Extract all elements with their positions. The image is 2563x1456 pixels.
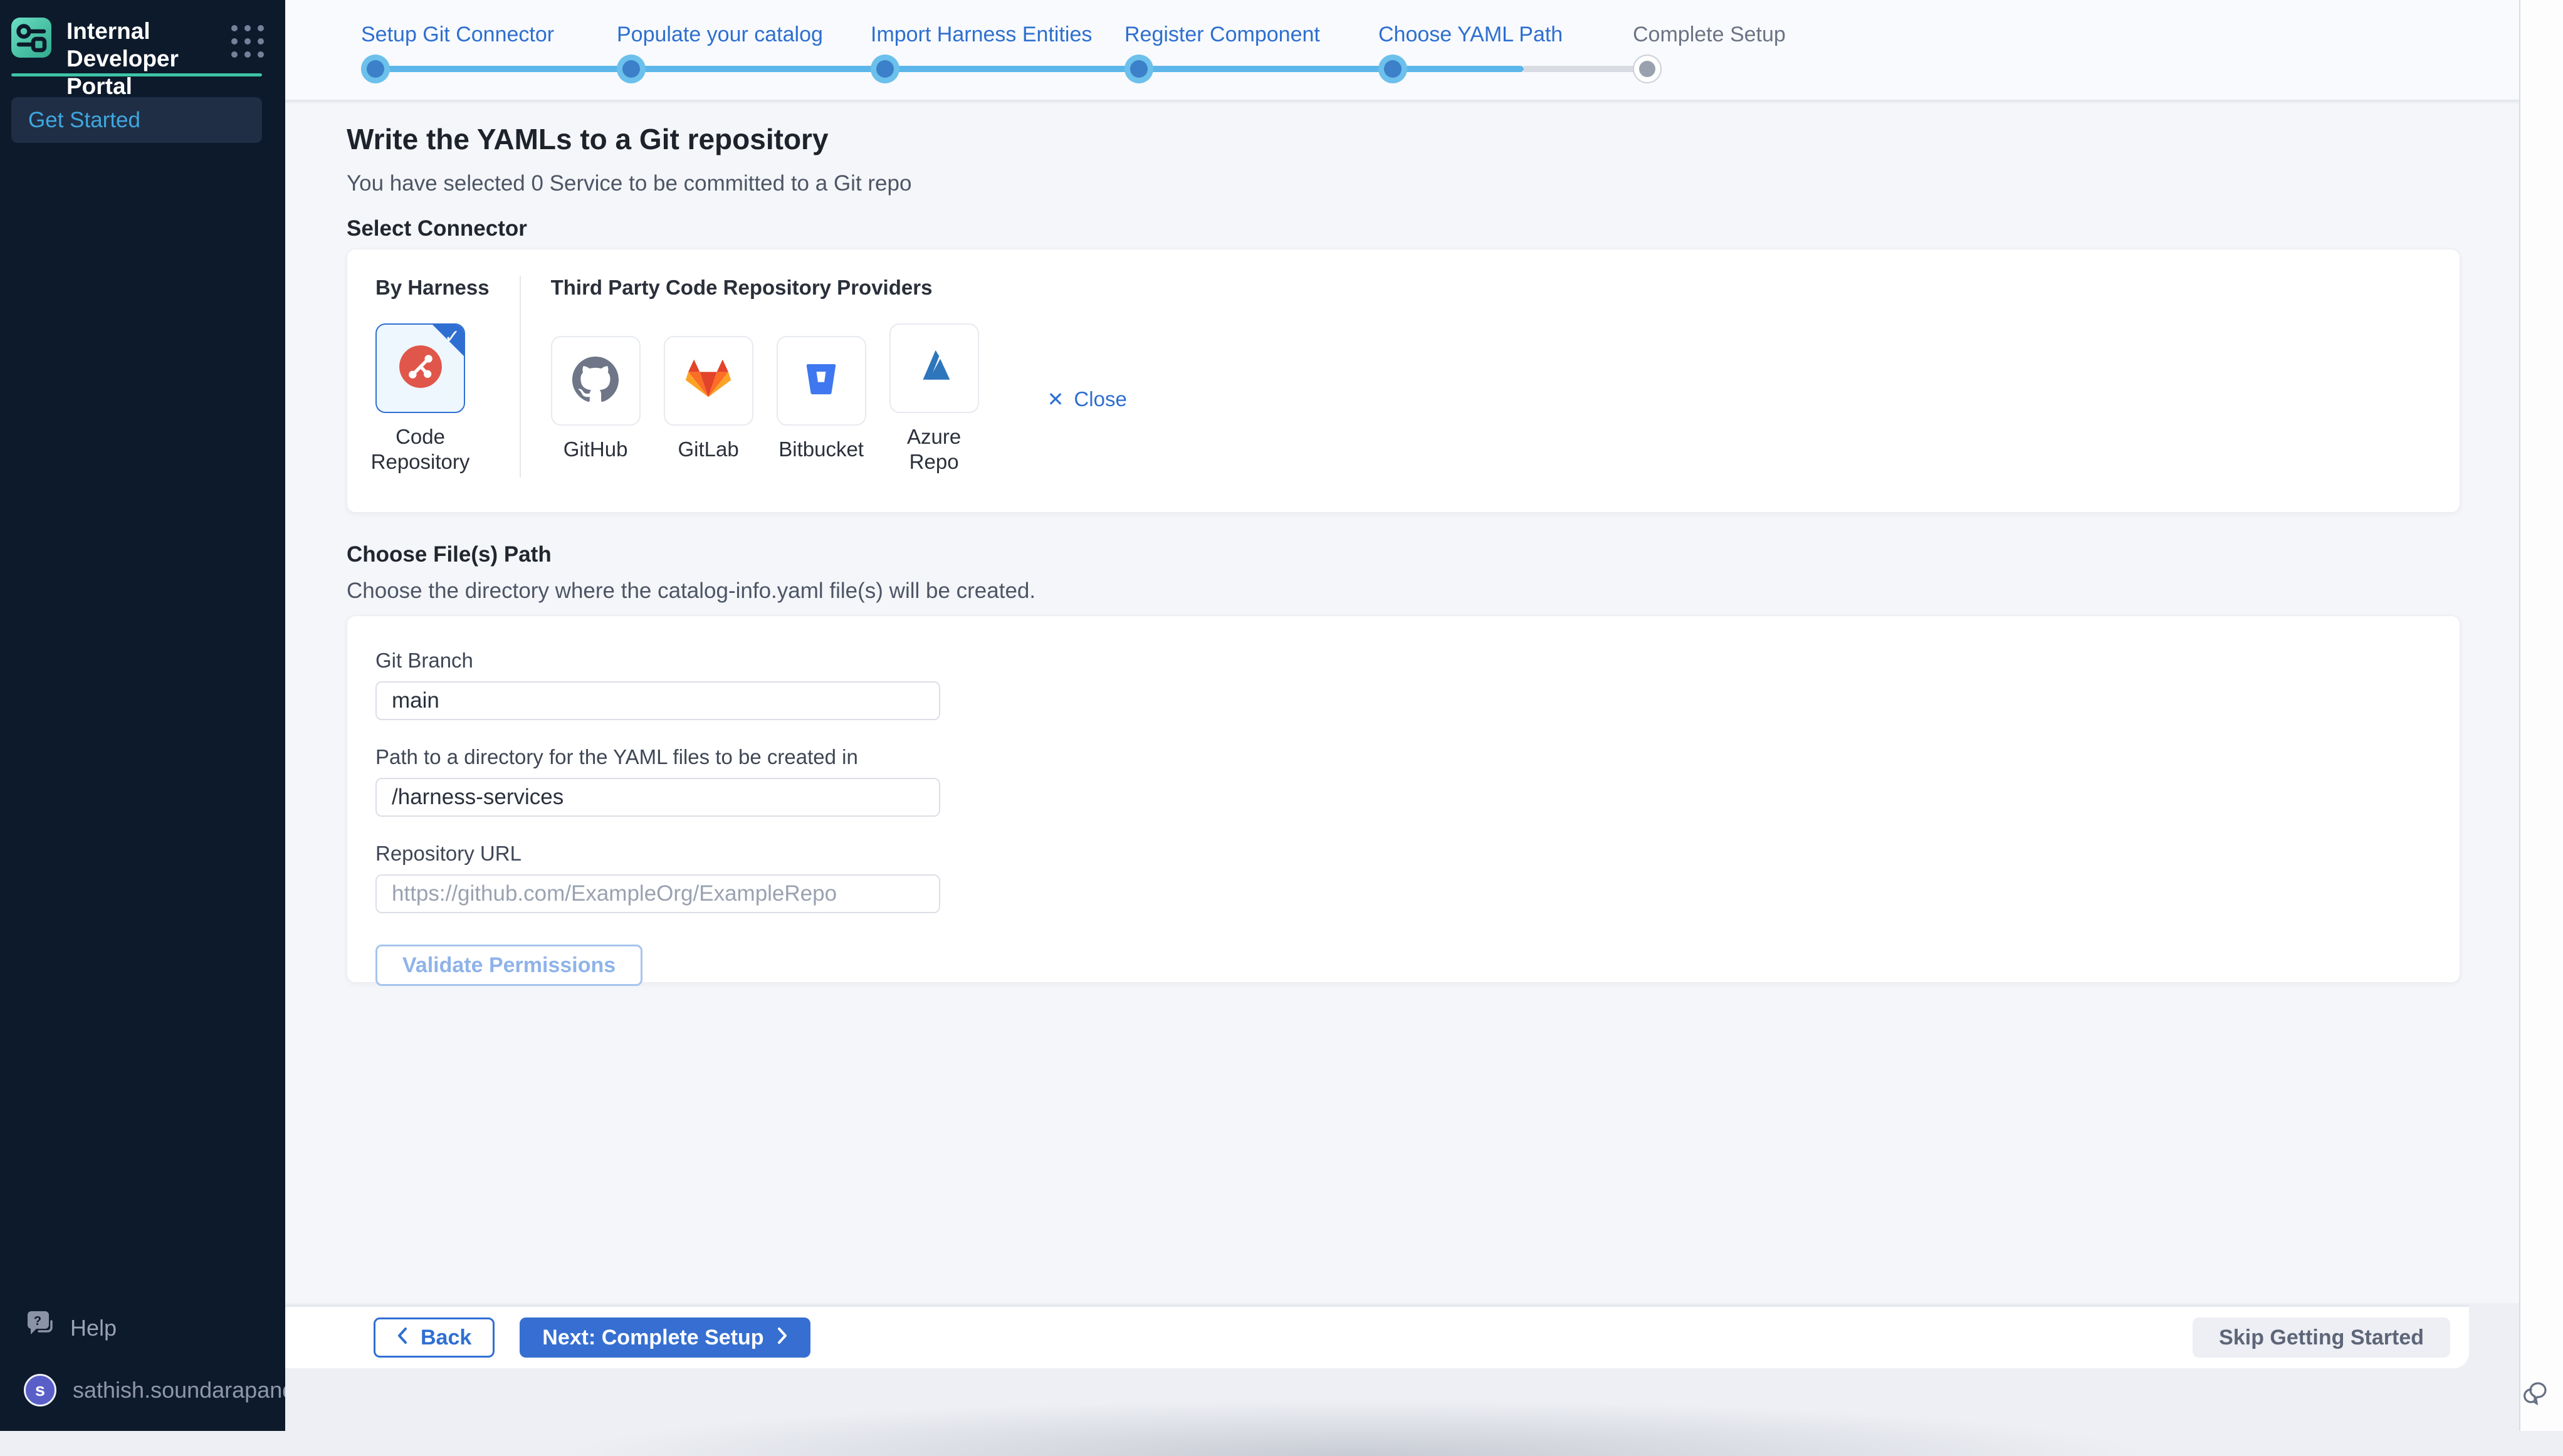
tile-caption: Code Repository [371,424,470,474]
connector-option-gitlab: GitLab [664,336,753,462]
git-branch-field-group: Git Branch [375,649,2460,720]
tile-caption: Bitbucket [778,437,864,462]
brand: Internal Developer Portal [11,18,264,100]
files-path-form-card: Git Branch Path to a directory for the Y… [347,615,2460,983]
avatar: s [24,1374,56,1406]
back-label: Back [421,1326,471,1350]
tile-caption: GitLab [678,437,738,462]
back-button[interactable]: Back [374,1317,495,1358]
select-connector-label: Select Connector [347,216,527,241]
connector-option-azure-repo: Azure Repo [889,323,979,474]
close-label: Close [1074,387,1126,411]
step-dot[interactable] [1124,55,1153,83]
main-content: Write the YAMLs to a Git repository You … [285,103,2519,1303]
connector-option-github: GitHub [551,336,641,462]
close-button[interactable]: ✕ Close [1047,387,1127,411]
chevron-right-icon [777,1326,788,1350]
sidebar: Internal Developer Portal Get Started ? … [0,0,285,1431]
repo-url-field-group: Repository URL [375,842,2460,913]
bitbucket-tile[interactable] [777,336,866,426]
step-dot[interactable] [871,55,899,83]
choose-files-path-description: Choose the directory where the catalog-i… [347,579,1035,604]
gitlab-tile[interactable] [664,336,753,426]
app-title: Internal Developer Portal [66,18,216,100]
next-label: Next: Complete Setup [542,1326,763,1350]
tile-caption: GitHub [563,437,628,462]
step-label[interactable]: Complete Setup [1633,23,1786,47]
bottom-strip [285,1368,2563,1431]
github-tile[interactable] [551,336,641,426]
git-branch-input[interactable] [375,681,940,720]
stepper-remaining-line [1524,66,1647,72]
validate-permissions-button[interactable]: Validate Permissions [375,945,642,986]
setup-stepper: Setup Git Connector Populate your catalo… [285,0,2519,102]
help-label: Help [70,1315,117,1341]
page-title: Write the YAMLs to a Git repository [347,122,829,156]
step-dot[interactable] [361,55,390,83]
repository-url-input[interactable] [375,874,940,913]
repo-url-label: Repository URL [375,842,2460,866]
third-party-group: Third Party Code Repository Providers Gi… [551,276,1127,474]
step-label[interactable]: Populate your catalog [617,23,823,47]
stepper-progress-line [375,66,1524,72]
user-email: sathish.soundarapand... [73,1377,313,1403]
connector-option-code-repository: ✓ Code Repository [375,323,465,474]
wizard-footer: Back Next: Complete Setup Skip Getting S… [285,1305,2469,1368]
chevron-left-icon [397,1326,408,1350]
connector-option-bitbucket: Bitbucket [777,336,866,462]
yaml-dir-label: Path to a directory for the YAML files t… [375,745,2460,769]
step-label[interactable]: Setup Git Connector [361,23,554,47]
sidebar-item-get-started[interactable]: Get Started [11,97,262,143]
connector-group-divider [520,276,521,478]
github-icon [572,356,619,406]
step-label[interactable]: Choose YAML Path [1378,23,1563,47]
sidebar-divider [11,73,262,76]
close-icon: ✕ [1047,387,1064,411]
scrollbar-gutter[interactable] [2519,0,2563,1431]
sidebar-help[interactable]: ? Help [25,1311,117,1344]
git-branch-label: Git Branch [375,649,2460,673]
chat-support-icon[interactable] [2519,1376,2554,1411]
sidebar-user[interactable]: s sathish.soundarapand... [24,1374,313,1406]
page-subtitle: You have selected 0 Service to be commit… [347,171,911,196]
step-dot[interactable] [617,55,646,83]
next-complete-setup-button[interactable]: Next: Complete Setup [520,1317,810,1358]
by-harness-group: By Harness [375,276,490,474]
step-label[interactable]: Register Component [1124,23,1320,47]
choose-files-path-heading: Choose File(s) Path [347,542,552,567]
harness-idp-logo-icon [11,18,51,58]
step-dot[interactable] [1633,55,1662,83]
gitlab-icon [684,355,732,406]
third-party-label: Third Party Code Repository Providers [551,276,1127,300]
bitbucket-icon [799,357,843,404]
azure-icon [912,345,956,392]
help-icon: ? [25,1311,54,1344]
by-harness-label: By Harness [375,276,490,300]
get-started-label: Get Started [28,108,140,133]
app-switcher-icon[interactable] [231,25,264,58]
skip-getting-started-button[interactable]: Skip Getting Started [2193,1317,2450,1358]
azure-repo-tile[interactable] [889,323,979,413]
step-dot[interactable] [1378,55,1407,83]
check-icon: ✓ [444,326,460,348]
svg-text:?: ? [34,1314,41,1328]
tile-caption: Azure Repo [889,424,979,474]
connector-card: By Harness [347,249,2460,513]
yaml-directory-input[interactable] [375,778,940,817]
step-label[interactable]: Import Harness Entities [871,23,1092,47]
yaml-dir-field-group: Path to a directory for the YAML files t… [375,745,2460,817]
code-repository-tile[interactable]: ✓ [375,323,465,413]
